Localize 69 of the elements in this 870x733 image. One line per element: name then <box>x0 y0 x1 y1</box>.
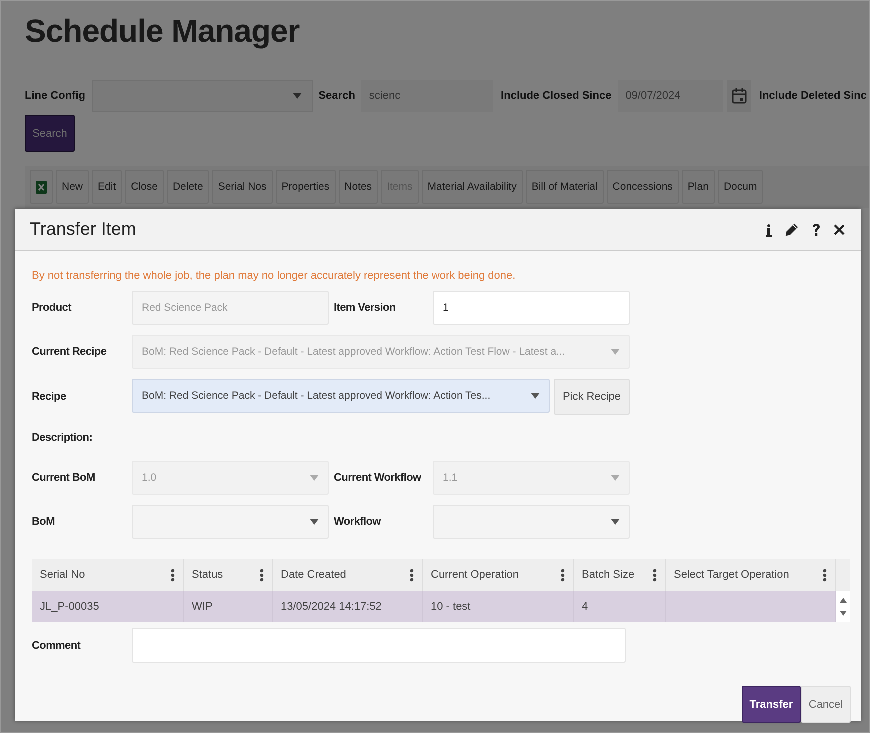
toolbar-button[interactable]: Delete <box>166 170 210 204</box>
dropdown-field[interactable] <box>433 505 630 539</box>
scroll-down-icon <box>840 610 846 616</box>
pencil-icon[interactable] <box>784 222 800 236</box>
cancel-button[interactable]: Cancel <box>801 686 851 723</box>
toolbar-button[interactable]: Material Availability <box>422 170 523 204</box>
filter-label: Line Config <box>25 90 86 102</box>
scrollbar[interactable] <box>836 591 850 622</box>
caret-icon <box>310 475 319 481</box>
transfer-button[interactable]: Transfer <box>742 686 801 723</box>
scroll-up-icon <box>840 598 846 602</box>
field-label: BoM <box>32 516 56 528</box>
toolbar-button[interactable]: Close <box>125 170 164 204</box>
kebab-menu-icon <box>823 568 827 582</box>
table-cell: 4 <box>574 591 666 622</box>
table-cell: JL_P-00035 <box>32 591 184 622</box>
field-label: Recipe <box>32 391 68 403</box>
kebab-menu-icon <box>410 568 414 582</box>
table-cell: 10 - test <box>423 591 574 622</box>
spreadsheet-icon <box>36 180 47 194</box>
field-label: Current Workflow <box>334 472 422 484</box>
kebab-menu-icon <box>171 568 175 582</box>
toolbar-button[interactable]: Edit <box>92 170 122 204</box>
toolbar-button[interactable]: Serial Nos <box>212 170 273 204</box>
text-field[interactable]: 1 <box>433 291 630 325</box>
toolbar-button[interactable]: New <box>56 170 90 204</box>
page-title: Schedule Manager <box>25 12 301 51</box>
caret-icon <box>611 519 620 525</box>
filter-label: Include Deleted Sinc <box>759 90 867 102</box>
table-cell: WIP <box>184 591 273 622</box>
kebab-menu-icon <box>260 568 264 582</box>
field-label: Current BoM <box>32 472 96 484</box>
kebab-menu-icon <box>561 568 565 582</box>
calendar-icon <box>732 88 747 104</box>
date-field[interactable]: 09/07/2024 <box>618 80 723 112</box>
field-label: Product <box>32 302 73 314</box>
dropdown-field[interactable]: BoM: Red Science Pack - Default - Latest approved Workflow: Action Tes... <box>132 379 550 413</box>
warning-message: By not transferring the whole job, the plan may no longer accurately represent the work being done. <box>32 270 517 282</box>
search-button[interactable]: Search <box>25 115 75 152</box>
help-icon[interactable] <box>811 222 822 236</box>
field-label: Current Recipe <box>32 346 108 358</box>
toolbar-button[interactable]: Bill of Material <box>526 170 604 204</box>
toolbar-button[interactable]: Properties <box>276 170 336 204</box>
field-label: Item Version <box>334 302 397 314</box>
kebab-menu-icon <box>653 568 657 582</box>
info-icon[interactable] <box>765 222 773 236</box>
field-label: Workflow <box>334 516 382 528</box>
table-row[interactable]: JL_P-00035 WIP 13/05/2024 14:17:52 10 - test 4 <box>32 591 850 622</box>
excel-export-button[interactable] <box>30 170 53 204</box>
close-icon[interactable] <box>833 222 846 236</box>
comment-field[interactable] <box>132 628 626 663</box>
filter-label: Include Closed Since <box>501 90 612 102</box>
table-cell: 13/05/2024 14:17:52 <box>273 591 423 622</box>
pick-recipe-button[interactable]: Pick Recipe <box>554 379 630 415</box>
filter-label: Search <box>318 90 356 102</box>
toolbar-button[interactable]: Plan <box>682 170 715 204</box>
caret-icon <box>531 393 540 399</box>
dropdown-field[interactable] <box>132 505 329 539</box>
caret-icon <box>310 519 319 525</box>
caret-icon <box>611 475 620 481</box>
caret-icon <box>292 93 302 99</box>
dialog-title: Transfer Item <box>30 219 136 240</box>
field-label: Comment <box>32 640 82 652</box>
toolbar-button[interactable]: Concessions <box>606 170 679 204</box>
field-label: Description: <box>32 432 94 444</box>
search-field[interactable]: scienc <box>361 80 494 112</box>
toolbar-button[interactable]: Docum <box>718 170 764 204</box>
toolbar-button[interactable]: Notes <box>338 170 378 204</box>
caret-icon <box>611 349 620 355</box>
